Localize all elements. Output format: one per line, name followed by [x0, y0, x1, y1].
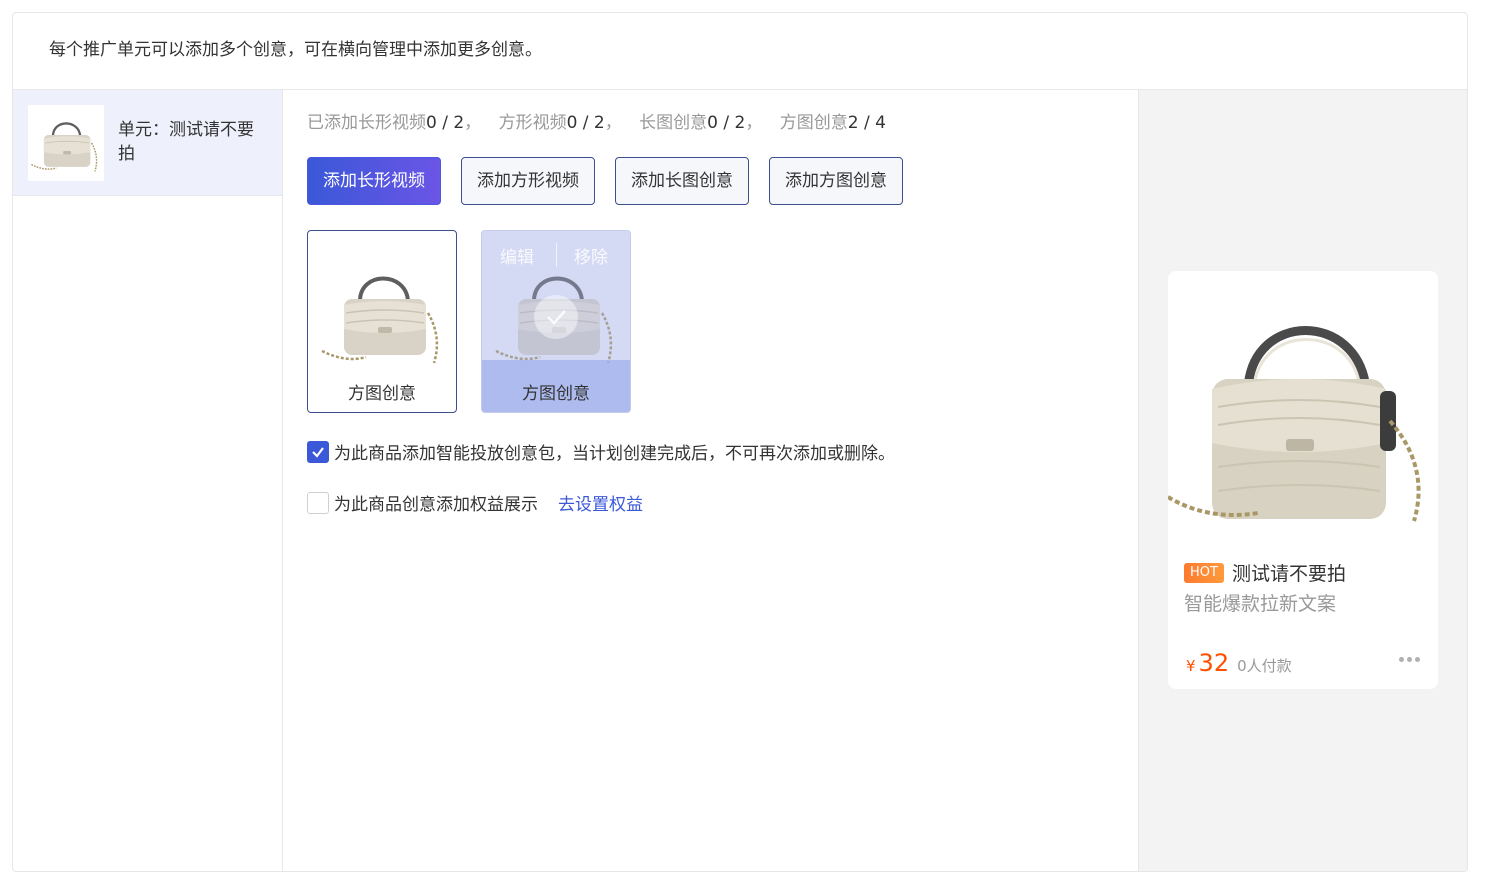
square-video-count: 0 / 2 — [566, 113, 605, 133]
check-circle-icon — [534, 295, 578, 339]
smart-pack-option[interactable]: 为此商品添加智能投放创意包，当计划创建完成后，不可再次添加或删除。 — [307, 439, 895, 464]
square-image-count-label: 方图创意 — [779, 113, 848, 133]
remove-creative-button[interactable]: 移除 — [574, 243, 608, 268]
add-button-row: 添加长形视频 添加方形视频 添加长图创意 添加方图创意 — [307, 157, 903, 205]
action-divider — [556, 243, 557, 267]
long-video-count: 0 / 2 — [426, 113, 465, 133]
edit-creative-button[interactable]: 编辑 — [500, 243, 534, 268]
hot-badge: HOT — [1184, 562, 1224, 583]
creative-card-hovered[interactable]: 编辑 移除 方图创意 — [481, 230, 631, 413]
product-title-row: HOT 测试请不要拍 — [1184, 559, 1346, 586]
unit-item[interactable]: 单元：测试请不要拍 — [13, 90, 282, 196]
product-image — [1168, 271, 1438, 543]
notice-text: 每个推广单元可以添加多个创意，可在横向管理中添加更多创意。 — [13, 13, 1467, 90]
handbag-image — [31, 122, 98, 172]
creative-list: 方图创意 编辑 移除 方图创意 — [307, 230, 631, 413]
creative-caption: 方图创意 — [522, 384, 590, 404]
count-separator: ， — [464, 113, 482, 133]
unit-label: 单元：测试请不要拍 — [118, 120, 254, 164]
add-long-image-button[interactable]: 添加长图创意 — [615, 157, 749, 205]
check-icon — [312, 446, 324, 458]
creative-panel: 每个推广单元可以添加多个创意，可在横向管理中添加更多创意。 单元：测试请不要拍 … — [12, 12, 1468, 872]
currency-symbol: ¥ — [1186, 657, 1196, 675]
price-row: ¥ 32 0人付款 — [1186, 649, 1292, 677]
long-image-count-label: 长图创意 — [639, 113, 708, 133]
creative-caption: 方图创意 — [348, 384, 416, 404]
unit-thumbnail — [28, 105, 104, 181]
handbag-image — [321, 276, 439, 364]
preview-pane: HOT 测试请不要拍 智能爆款拉新文案 ¥ 32 0人付款 — [1138, 90, 1467, 871]
product-title: 测试请不要拍 — [1231, 563, 1346, 585]
set-benefit-link[interactable]: 去设置权益 — [558, 490, 643, 515]
product-preview-card: HOT 测试请不要拍 智能爆款拉新文案 ¥ 32 0人付款 — [1168, 271, 1438, 689]
benefit-label: 为此商品创意添加权益展示 — [334, 495, 538, 515]
creative-counts: 已添加长形视频0 / 2， 方形视频0 / 2， 长图创意0 / 2， 方图创意… — [307, 108, 886, 133]
add-square-image-button[interactable]: 添加方图创意 — [769, 157, 903, 205]
paid-count: 0人付款 — [1237, 657, 1292, 675]
checkmark-icon — [547, 310, 566, 325]
product-subtitle: 智能爆款拉新文案 — [1184, 593, 1337, 615]
long-video-count-label: 已添加长形视频 — [307, 113, 426, 133]
count-separator: ， — [745, 113, 763, 133]
benefit-checkbox[interactable] — [307, 491, 329, 514]
creative-card[interactable]: 方图创意 — [307, 230, 457, 413]
add-square-video-button[interactable]: 添加方形视频 — [461, 157, 595, 205]
benefit-option: 为此商品创意添加权益展示 去设置权益 — [307, 490, 643, 515]
count-separator: ， — [604, 113, 622, 133]
main-content: 已添加长形视频0 / 2， 方形视频0 / 2， 长图创意0 / 2， 方图创意… — [283, 90, 1138, 871]
smart-pack-checkbox[interactable] — [307, 440, 329, 463]
product-price: 32 — [1198, 649, 1230, 677]
long-image-count: 0 / 2 — [707, 113, 746, 133]
add-long-video-button[interactable]: 添加长形视频 — [307, 157, 441, 205]
square-video-count-label: 方形视频 — [498, 113, 567, 133]
unit-list: 单元：测试请不要拍 — [13, 90, 283, 871]
smart-pack-label: 为此商品添加智能投放创意包，当计划创建完成后，不可再次添加或删除。 — [334, 444, 895, 464]
square-image-count: 2 / 4 — [847, 113, 886, 133]
more-dots-icon[interactable] — [1399, 657, 1420, 662]
